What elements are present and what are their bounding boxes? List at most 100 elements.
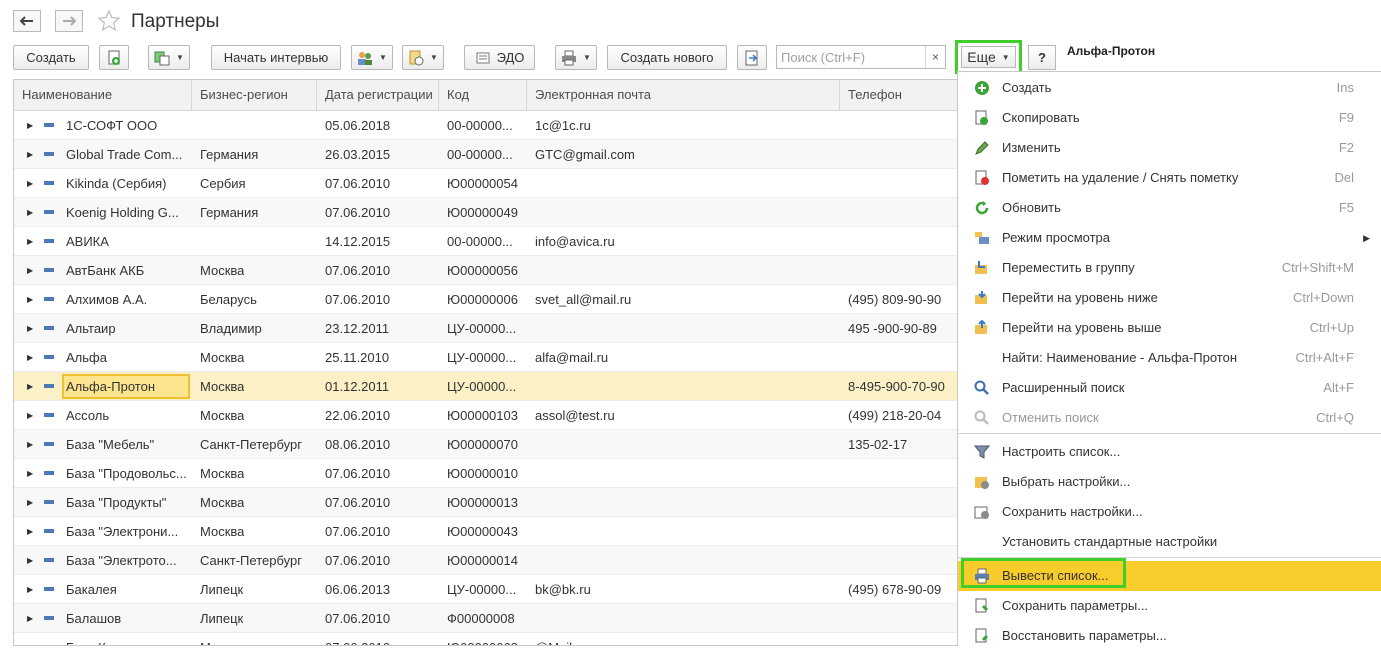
expand-arrow-icon[interactable]: ▶ <box>27 111 33 140</box>
menu-item-9[interactable]: Перейти на уровень выше Ctrl+Up <box>958 313 1381 343</box>
cell-code[interactable]: Ф00000008 <box>447 604 515 633</box>
cell-date[interactable]: 07.06.2010 <box>325 633 390 645</box>
cell-name[interactable]: 1С-СОФТ ООО <box>66 111 157 140</box>
cell-email[interactable]: assol@test.ru <box>535 401 615 430</box>
cell-phone[interactable]: 8-495-900-70-90 <box>848 372 945 401</box>
column-header-region[interactable]: Бизнес-регион <box>192 80 317 110</box>
cell-region[interactable]: Беларусь <box>200 285 257 314</box>
reports-button[interactable]: ▼ <box>402 45 444 70</box>
cell-phone[interactable]: (495) 809-90-90 <box>848 285 941 314</box>
print-button[interactable]: ▼ <box>555 45 597 70</box>
cell-email[interactable]: GTC@gmail.com <box>535 140 635 169</box>
cell-date[interactable]: 14.12.2015 <box>325 227 390 256</box>
expand-arrow-icon[interactable]: ▶ <box>27 169 33 198</box>
cell-region[interactable]: Липецк <box>200 575 243 604</box>
cell-date[interactable]: 26.03.2015 <box>325 140 390 169</box>
cell-phone[interactable]: 495 -900-90-89 <box>848 314 937 343</box>
cell-date[interactable]: 05.06.2018 <box>325 111 390 140</box>
cell-code[interactable]: Ю00000010 <box>447 459 518 488</box>
cell-region[interactable]: Москва <box>200 517 244 546</box>
cell-name[interactable]: Альфа <box>66 343 107 372</box>
cell-name[interactable]: Kikinda (Сербия) <box>66 169 167 198</box>
cell-code[interactable]: ЦУ-00000... <box>447 575 516 604</box>
cell-name[interactable]: Global Trade Com... <box>66 140 182 169</box>
cell-region[interactable]: Москва <box>200 488 244 517</box>
menu-item-18[interactable]: Сохранить параметры... <box>958 591 1381 621</box>
menu-item-10[interactable]: Найти: Наименование - Альфа-Протон Ctrl+A… <box>958 343 1381 373</box>
clear-search-icon[interactable]: × <box>925 46 945 68</box>
cell-code[interactable]: Ю00000006 <box>447 285 518 314</box>
create-based-on-button[interactable]: ▼ <box>148 45 190 70</box>
cell-region[interactable]: Москва <box>200 256 244 285</box>
table-row[interactable]: ▶ Балашов Липецк 07.06.2010 Ф00000008 <box>14 604 958 633</box>
cell-date[interactable]: 08.06.2010 <box>325 430 390 459</box>
cell-name[interactable]: База "Электрото... <box>66 546 177 575</box>
cell-code[interactable]: Ю00000070 <box>447 430 518 459</box>
table-row[interactable]: ▶ Альтаир Владимир 23.12.2011 ЦУ-00000... 495… <box>14 314 958 343</box>
expand-arrow-icon[interactable]: ▶ <box>27 227 33 256</box>
menu-item-14[interactable]: Выбрать настройки... <box>958 467 1381 497</box>
search-input[interactable]: Поиск (Ctrl+F) × <box>776 45 946 69</box>
expand-arrow-icon[interactable]: ▶ <box>27 372 33 401</box>
cell-name[interactable]: Ассоль <box>66 401 109 430</box>
more-button[interactable]: Еще ▼ <box>961 46 1016 68</box>
column-header-email[interactable]: Электронная почта <box>527 80 840 110</box>
cell-email[interactable]: svet_all@mail.ru <box>535 285 631 314</box>
cell-code[interactable]: ЦУ-00000... <box>447 314 516 343</box>
cell-region[interactable]: Москва <box>200 633 244 645</box>
expand-arrow-icon[interactable]: ▶ <box>27 633 33 645</box>
cell-region[interactable]: Владимир <box>200 314 262 343</box>
cell-region[interactable]: Германия <box>200 198 258 227</box>
cell-region[interactable]: Москва <box>200 401 244 430</box>
expand-arrow-icon[interactable]: ▶ <box>27 575 33 604</box>
cell-name[interactable]: Балашов <box>66 604 121 633</box>
menu-item-2[interactable]: Скопировать F9 <box>958 103 1381 133</box>
menu-item-1[interactable]: Создать Ins <box>958 73 1381 103</box>
expand-arrow-icon[interactable]: ▶ <box>27 430 33 459</box>
cell-email[interactable]: bk@bk.ru <box>535 575 591 604</box>
table-row[interactable]: ▶ АвтБанк АКБ Москва 07.06.2010 Ю00000056 <box>14 256 958 285</box>
cell-email[interactable]: 1c@1c.ru <box>535 111 591 140</box>
cell-code[interactable]: Ю00000049 <box>447 198 518 227</box>
cell-code[interactable]: 00-00000... <box>447 111 513 140</box>
menu-item-19[interactable]: Восстановить параметры... <box>958 621 1381 651</box>
expand-arrow-icon[interactable]: ▶ <box>27 488 33 517</box>
expand-arrow-icon[interactable]: ▶ <box>27 517 33 546</box>
cell-region[interactable]: Москва <box>200 372 244 401</box>
edo-button[interactable]: ЭДО <box>464 45 535 70</box>
menu-item-16[interactable]: Установить стандартные настройки <box>958 527 1381 557</box>
cell-region[interactable]: Сербия <box>200 169 246 198</box>
column-header-code[interactable]: Код <box>439 80 527 110</box>
copy-button[interactable] <box>99 45 129 70</box>
help-button[interactable]: ? <box>1028 45 1056 70</box>
cell-date[interactable]: 06.06.2013 <box>325 575 390 604</box>
table-row[interactable]: ▶ Ассоль Москва 22.06.2010 Ю00000103 assol@te… <box>14 401 958 430</box>
cell-date[interactable]: 01.12.2011 <box>325 372 389 401</box>
cell-date[interactable]: 07.06.2010 <box>325 517 390 546</box>
menu-item-3[interactable]: Изменить F2 <box>958 133 1381 163</box>
export-button[interactable] <box>737 45 767 70</box>
table-row[interactable]: ▶ АВИКА 14.12.2015 00-00000... info@avica.ru <box>14 227 958 256</box>
cell-name[interactable]: Альфа-Протон <box>66 372 155 401</box>
cell-date[interactable]: 07.06.2010 <box>325 169 390 198</box>
cell-name[interactable]: АвтБанк АКБ <box>66 256 144 285</box>
menu-item-5[interactable]: Обновить F5 <box>958 193 1381 223</box>
create-button[interactable]: Создать <box>13 45 89 70</box>
cell-code[interactable]: Ю00000103 <box>447 401 518 430</box>
expand-arrow-icon[interactable]: ▶ <box>27 343 33 372</box>
cell-email[interactable]: @Mail.ru <box>535 633 587 645</box>
table-row[interactable]: ▶ Банк Кредитор Москва 07.06.2010 Ю00000068 @… <box>14 633 958 645</box>
cell-code[interactable]: Ю00000014 <box>447 546 518 575</box>
cell-code[interactable]: ЦУ-00000... <box>447 372 516 401</box>
table-row[interactable]: ▶ База "Мебель" Санкт-Петербург 08.06.2010 Ю… <box>14 430 958 459</box>
cell-code[interactable]: Ю00000043 <box>447 517 518 546</box>
table-row[interactable]: ▶ Альфа Москва 25.11.2010 ЦУ-00000... alfa@ma… <box>14 343 958 372</box>
cell-email[interactable]: info@avica.ru <box>535 227 615 256</box>
cell-code[interactable]: 00-00000... <box>447 227 513 256</box>
cell-date[interactable]: 07.06.2010 <box>325 256 390 285</box>
cell-date[interactable]: 07.06.2010 <box>325 488 390 517</box>
column-header-phone[interactable]: Телефон <box>840 80 958 110</box>
table-row[interactable]: ▶ Алхимов А.А. Беларусь 07.06.2010 Ю00000006… <box>14 285 958 314</box>
expand-arrow-icon[interactable]: ▶ <box>27 314 33 343</box>
cell-email[interactable]: alfa@mail.ru <box>535 343 608 372</box>
